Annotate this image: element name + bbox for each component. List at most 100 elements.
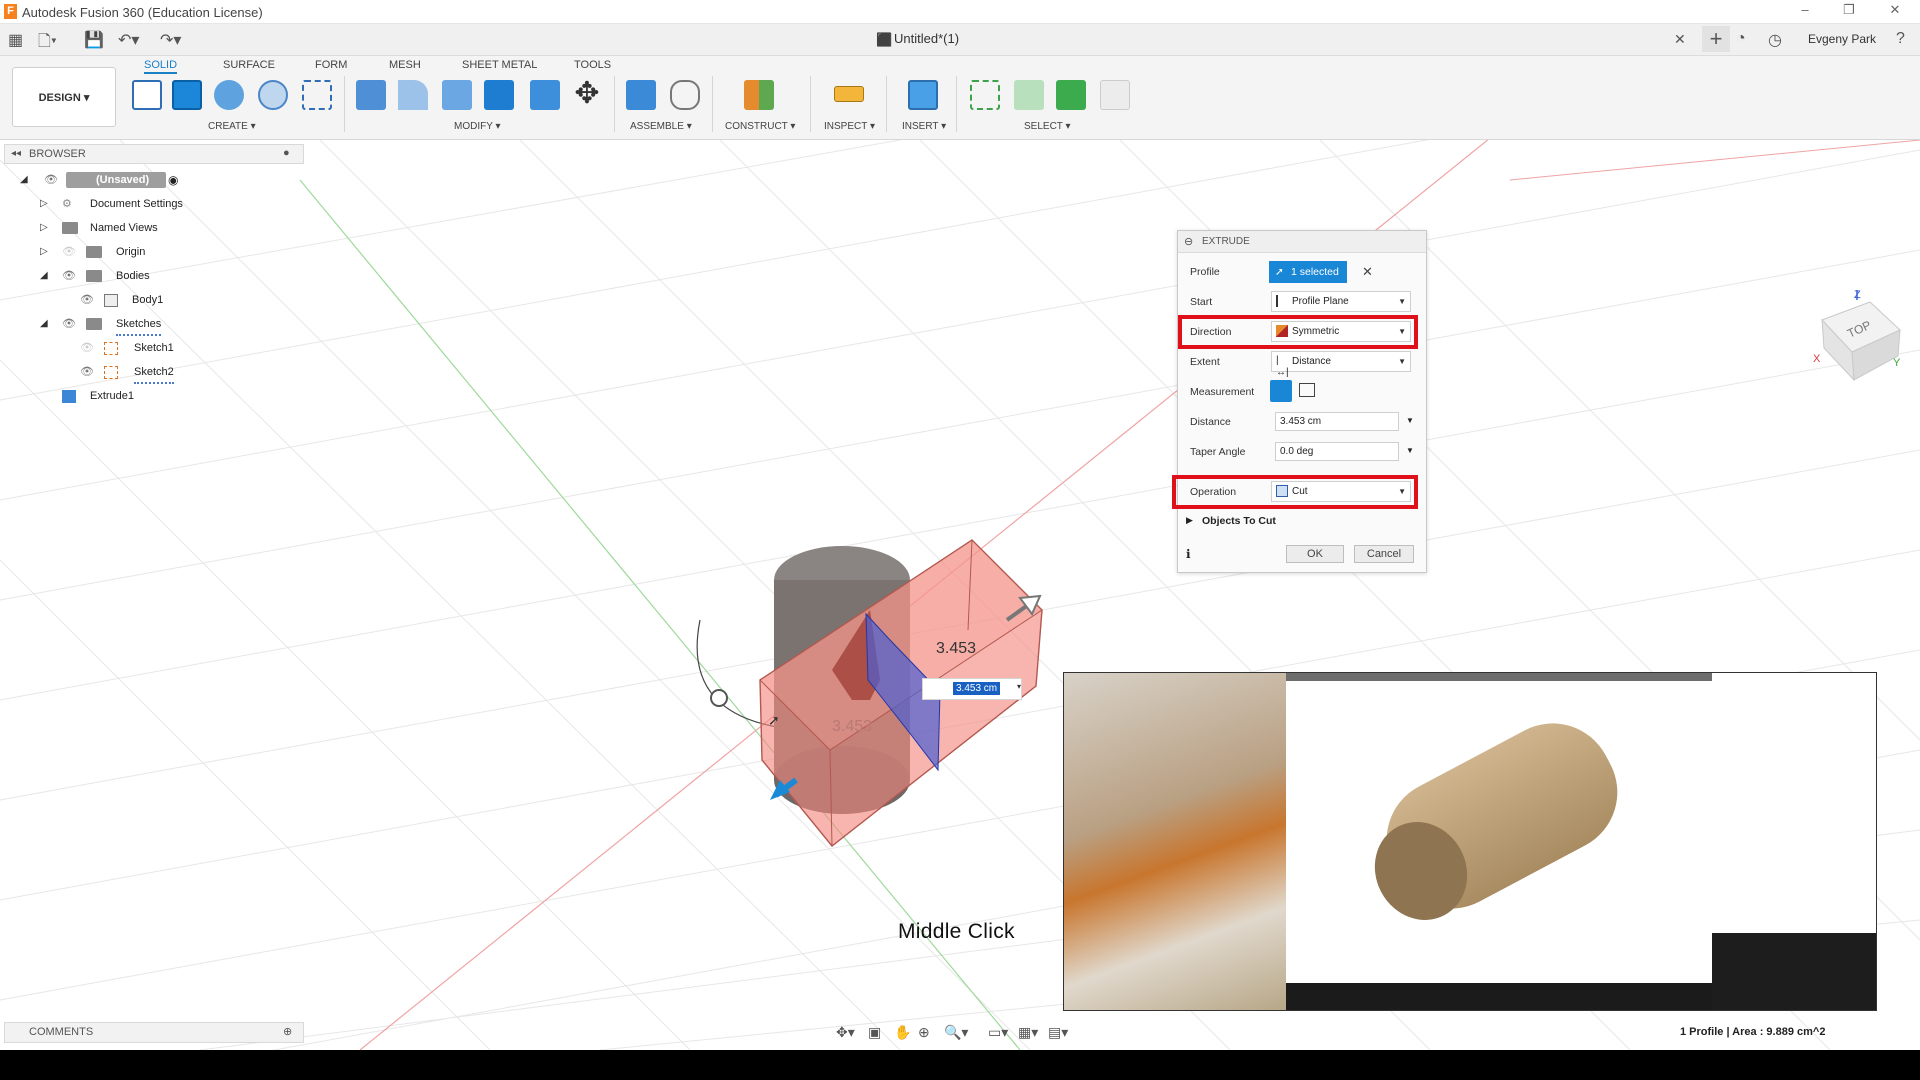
extrude-icon[interactable] xyxy=(172,80,202,110)
view-cube[interactable]: TOP Z X Y xyxy=(1813,289,1901,382)
expand-triangle-icon[interactable]: ◢ xyxy=(40,314,48,334)
cancel-button[interactable]: Cancel xyxy=(1354,545,1414,563)
browser-item-sketch1[interactable]: 👁 Sketch1 xyxy=(4,338,304,358)
select-face-icon[interactable] xyxy=(1056,80,1086,110)
select-menu[interactable]: SELECT ▾ xyxy=(1024,121,1071,132)
insert-menu[interactable]: INSERT ▾ xyxy=(902,121,946,132)
tab-solid[interactable]: SOLID xyxy=(144,59,178,74)
measure-icon[interactable] xyxy=(834,86,864,102)
visibility-eye-icon[interactable]: 👁 xyxy=(80,290,94,310)
rotate-manipulator[interactable] xyxy=(710,689,728,707)
tab-surface[interactable]: SURFACE xyxy=(223,59,275,71)
joint-icon[interactable] xyxy=(670,80,700,110)
offset-plane-icon[interactable] xyxy=(744,80,774,110)
tab-form[interactable]: FORM xyxy=(315,59,347,71)
chevron-down-icon[interactable]: ▼ xyxy=(1406,416,1414,425)
chamfer-icon[interactable] xyxy=(442,80,472,110)
press-pull-icon[interactable] xyxy=(356,80,386,110)
grid-settings-icon[interactable]: ▦▾ xyxy=(1018,1024,1038,1041)
inspect-menu[interactable]: INSPECT ▾ xyxy=(824,121,875,132)
distance-hud-input[interactable]: 3.453 cm ▾ xyxy=(922,678,1022,700)
redo-icon[interactable]: ↷▾ xyxy=(160,30,181,50)
hidden-eye-icon[interactable]: 👁 xyxy=(62,242,76,262)
visibility-eye-icon[interactable]: 👁 xyxy=(62,314,76,334)
collapse-browser-icon[interactable]: ◂◂ xyxy=(11,148,21,159)
chevron-down-icon[interactable]: ▼ xyxy=(1406,446,1414,455)
create-sketch-icon[interactable] xyxy=(132,80,162,110)
undo-icon[interactable]: ↶▾ xyxy=(118,30,139,50)
browser-item-body1[interactable]: 👁 Body1 xyxy=(4,290,304,310)
extrude-dialog-header[interactable]: ⊖ EXTRUDE xyxy=(1178,231,1426,253)
assemble-menu[interactable]: ASSEMBLE ▾ xyxy=(630,121,692,132)
select-body-icon[interactable] xyxy=(1014,80,1044,110)
help-icon[interactable]: ? xyxy=(1896,30,1905,48)
ok-button[interactable]: OK xyxy=(1286,545,1344,563)
new-tab-icon[interactable]: + xyxy=(1702,26,1730,52)
user-name[interactable]: Evgeny Park xyxy=(1808,32,1876,46)
display-settings-icon[interactable]: ▭▾ xyxy=(988,1024,1008,1041)
file-menu-icon[interactable]: 🗋▾ xyxy=(38,30,57,57)
activate-radio-icon[interactable]: ◉ xyxy=(168,170,178,190)
select-edge-icon[interactable] xyxy=(1100,80,1130,110)
new-component-icon[interactable] xyxy=(626,80,656,110)
comments-panel[interactable]: COMMENTS ⊕ xyxy=(4,1022,304,1043)
tab-tools[interactable]: TOOLS xyxy=(574,59,611,71)
info-icon[interactable]: ℹ xyxy=(1186,547,1191,561)
revolve-icon[interactable] xyxy=(214,80,244,110)
browser-header[interactable]: ◂◂ BROWSER ● xyxy=(4,144,304,164)
browser-item-root[interactable]: ◢ 👁 (Unsaved) ◉ xyxy=(4,170,304,190)
job-status-icon[interactable]: ◔ xyxy=(1736,30,1746,48)
window-select-icon[interactable] xyxy=(970,80,1000,110)
insert-image-icon[interactable] xyxy=(908,80,938,110)
distance-input[interactable]: 3.453 cm xyxy=(1275,412,1399,431)
viewports-icon[interactable]: ▤▾ xyxy=(1048,1024,1068,1041)
measure-symmetric-full-icon[interactable] xyxy=(1270,380,1292,402)
taper-angle-input[interactable]: 0.0 deg xyxy=(1275,442,1399,461)
expand-triangle-icon[interactable]: ◢ xyxy=(20,170,28,190)
shell-icon[interactable] xyxy=(484,80,514,110)
chevron-down-icon[interactable]: ▾ xyxy=(1017,682,1021,691)
tab-mesh[interactable]: MESH xyxy=(389,59,421,71)
look-at-icon[interactable]: ▣ xyxy=(868,1024,881,1041)
zoom-icon[interactable]: ⊕ xyxy=(918,1024,930,1041)
pan-icon[interactable]: ✋ xyxy=(894,1024,911,1041)
expand-triangle-icon[interactable]: ▷ xyxy=(40,218,48,238)
profile-selection-button[interactable]: ➚ 1 selected xyxy=(1269,261,1347,283)
clear-selection-icon[interactable]: ✕ xyxy=(1362,264,1373,280)
pattern-icon[interactable] xyxy=(302,80,332,110)
pin-icon[interactable]: ● xyxy=(283,147,290,159)
collapse-dialog-icon[interactable]: ⊖ xyxy=(1184,231,1193,253)
browser-item-sketches[interactable]: ◢ 👁 Sketches xyxy=(4,314,304,336)
tab-sheet-metal[interactable]: SHEET METAL xyxy=(462,59,537,71)
move-icon[interactable]: ✥ xyxy=(572,79,602,110)
minimize-icon[interactable]: – xyxy=(1790,2,1820,17)
fit-icon[interactable]: 🔍▾ xyxy=(944,1024,968,1041)
objects-to-cut-row[interactable]: ▶ Objects To Cut xyxy=(1178,507,1426,537)
create-menu[interactable]: CREATE ▾ xyxy=(208,121,256,132)
close-tab-icon[interactable]: ✕ xyxy=(1674,31,1686,48)
orbit-icon[interactable]: ✥▾ xyxy=(836,1024,855,1041)
browser-item-named-views[interactable]: ▷ Named Views xyxy=(4,218,304,238)
browser-item-origin[interactable]: ▷ 👁 Origin xyxy=(4,242,304,262)
browser-item-extrude1[interactable]: Extrude1 xyxy=(4,386,304,406)
construct-menu[interactable]: CONSTRUCT ▾ xyxy=(725,121,795,132)
hole-icon[interactable] xyxy=(258,80,288,110)
expand-triangle-icon[interactable]: ▷ xyxy=(40,194,48,214)
modify-menu[interactable]: MODIFY ▾ xyxy=(454,121,501,132)
browser-item-sketch2[interactable]: 👁 Sketch2 xyxy=(4,362,304,384)
add-comment-icon[interactable]: ⊕ xyxy=(283,1025,292,1038)
visibility-eye-icon[interactable]: 👁 xyxy=(62,266,76,286)
notifications-icon[interactable]: ◷ xyxy=(1768,30,1782,50)
expand-triangle-icon[interactable]: ▶ xyxy=(1186,515,1193,526)
combine-icon[interactable] xyxy=(530,80,560,110)
visibility-eye-icon[interactable]: 👁 xyxy=(44,170,58,190)
workspace-switcher-button[interactable]: DESIGN ▾ xyxy=(12,67,116,127)
extent-dropdown[interactable]: |↔| Distance ▼ xyxy=(1271,351,1411,378)
hidden-eye-icon[interactable]: 👁 xyxy=(80,338,94,358)
visibility-eye-icon[interactable]: 👁 xyxy=(80,362,94,382)
distance-hud-value[interactable]: 3.453 cm xyxy=(953,682,1001,695)
restore-icon[interactable]: ❐ xyxy=(1834,2,1864,18)
app-grid-icon[interactable]: ▦ xyxy=(8,30,23,50)
expand-triangle-icon[interactable]: ◢ xyxy=(40,266,48,286)
expand-triangle-icon[interactable]: ▷ xyxy=(40,242,48,262)
